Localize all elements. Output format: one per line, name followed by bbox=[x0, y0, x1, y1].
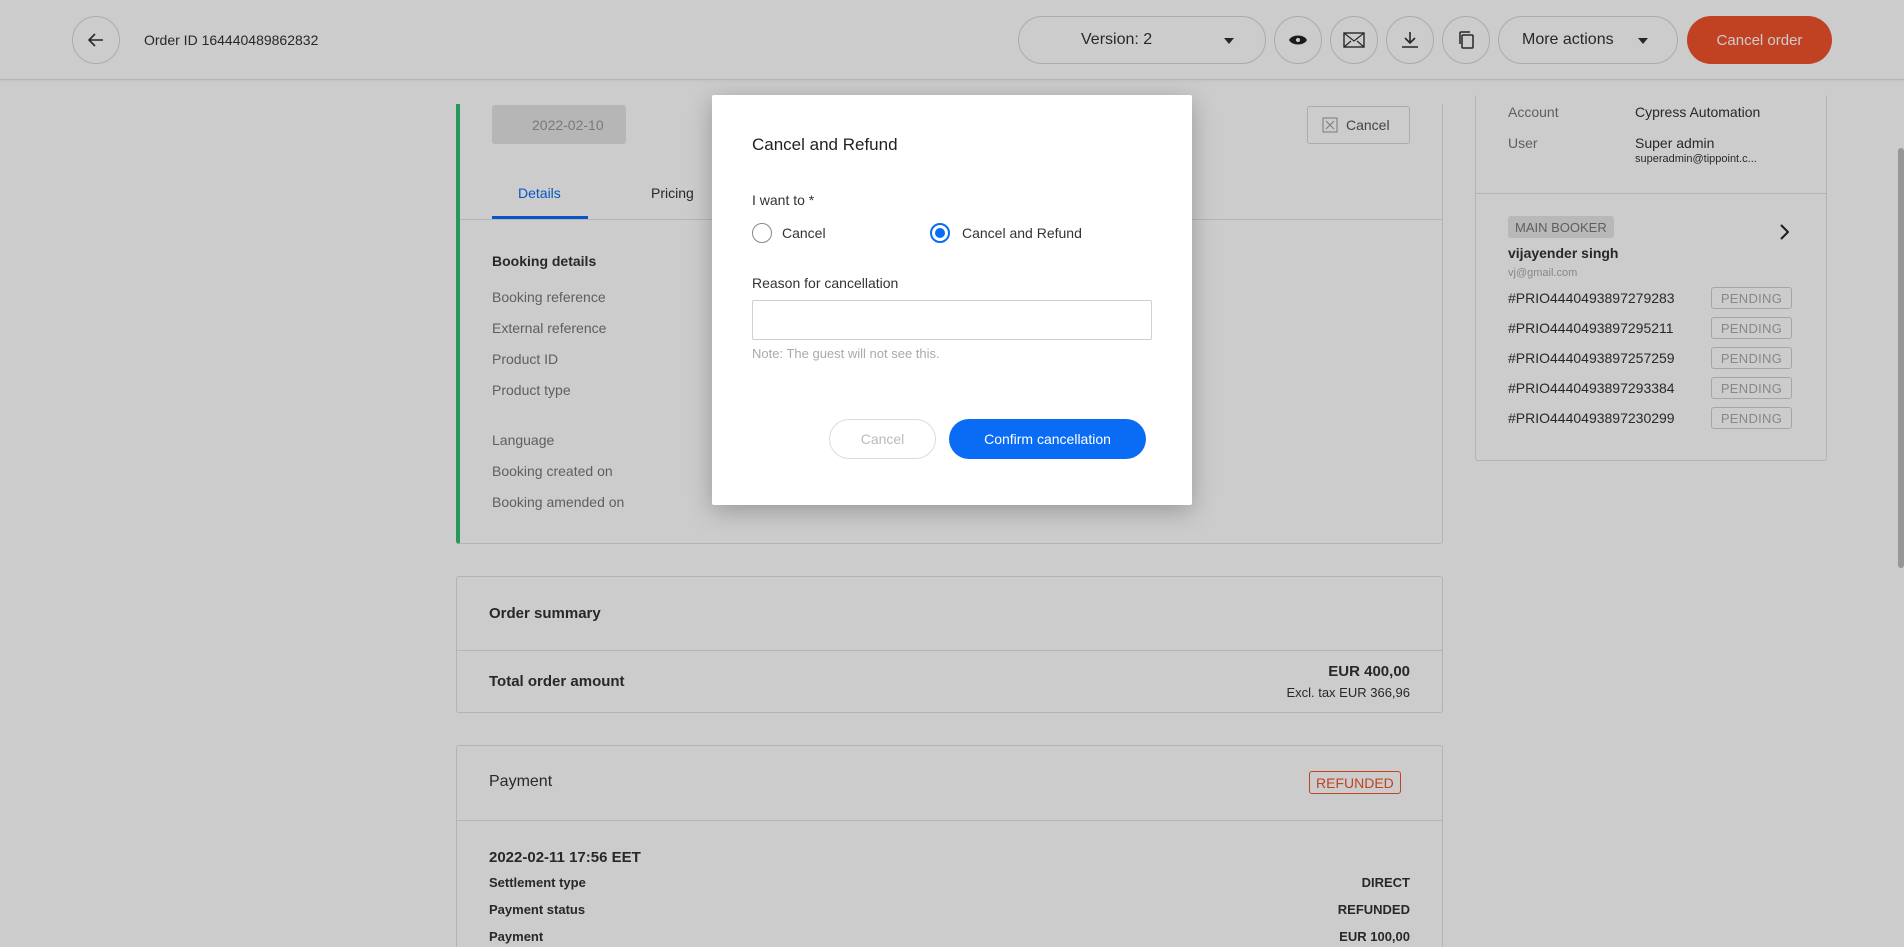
radio-cancel[interactable] bbox=[752, 223, 772, 243]
radio-cancel-and-refund-label[interactable]: Cancel and Refund bbox=[962, 225, 1082, 241]
reason-note: Note: The guest will not see this. bbox=[752, 346, 940, 361]
reason-label: Reason for cancellation bbox=[752, 275, 899, 291]
reason-input[interactable] bbox=[752, 300, 1152, 340]
dialog-title: Cancel and Refund bbox=[752, 135, 898, 154]
cancel-refund-dialog: Cancel and Refund I want to * Cancel Can… bbox=[712, 95, 1192, 505]
dialog-cancel-button[interactable]: Cancel bbox=[829, 419, 936, 459]
confirm-cancellation-button[interactable]: Confirm cancellation bbox=[949, 419, 1146, 459]
radio-cancel-label[interactable]: Cancel bbox=[782, 225, 826, 241]
radio-cancel-and-refund[interactable] bbox=[930, 223, 950, 243]
question-label: I want to * bbox=[752, 192, 815, 208]
